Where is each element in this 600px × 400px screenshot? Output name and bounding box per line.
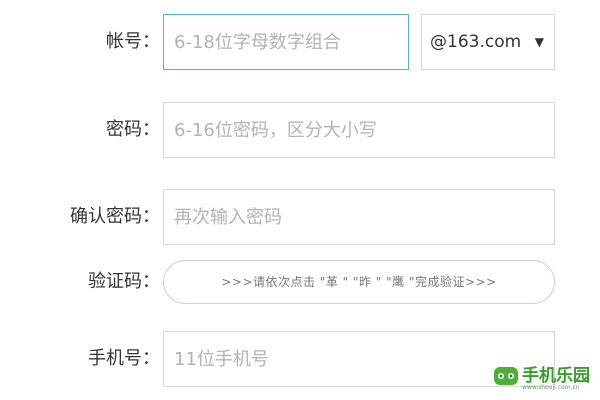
captcha-verify-button[interactable]: >>>请依次点击 "革 " "昨 " "鹰 "完成验证>>> — [163, 260, 555, 304]
confirm-password-label: 确认密码： — [70, 206, 160, 227]
caret-down-icon: ▼ — [534, 35, 544, 49]
account-field[interactable] — [163, 14, 409, 70]
phone-logo-icon — [494, 367, 518, 385]
password-field[interactable] — [163, 102, 555, 158]
watermark-logo: 手机乐园 www.shouji.com.cn — [492, 360, 596, 396]
email-domain-value: @163.com — [430, 32, 522, 52]
captcha-instruction: >>>请依次点击 "革 " "昨 " "鹰 "完成验证>>> — [221, 275, 497, 289]
confirm-password-input[interactable] — [164, 190, 554, 244]
password-label: 密码： — [106, 119, 160, 140]
account-input[interactable] — [164, 15, 408, 69]
watermark-brand: 手机乐园 — [522, 366, 590, 386]
watermark-url: www.shouji.com.cn — [522, 384, 580, 391]
account-label: 帐号： — [106, 31, 160, 52]
email-domain-select[interactable]: @163.com ▼ — [421, 14, 555, 70]
password-input[interactable] — [164, 103, 554, 157]
confirm-password-field[interactable] — [163, 189, 555, 245]
phone-label: 手机号： — [88, 348, 160, 369]
captcha-label: 验证码： — [88, 271, 160, 292]
registration-form: 帐号： @163.com ▼ 密码： 确认密码： 验证码： >>>请依次点击 "… — [0, 0, 600, 400]
